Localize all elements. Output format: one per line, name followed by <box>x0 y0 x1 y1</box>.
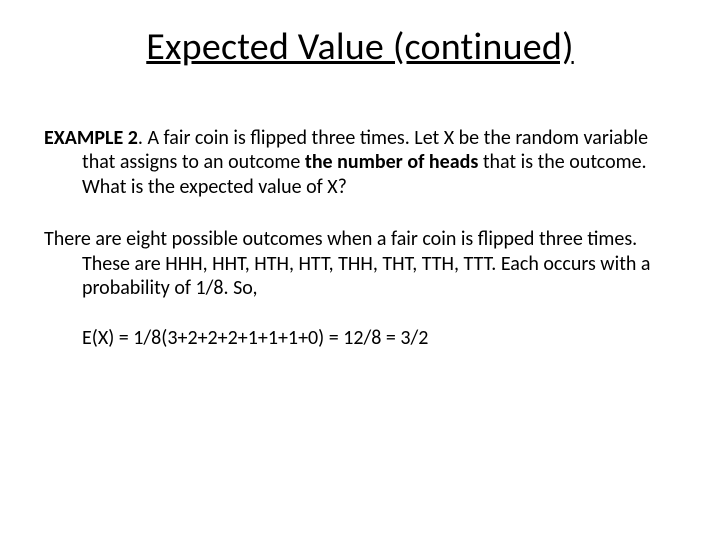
example-paragraph: EXAMPLE 2. A fair coin is flipped three … <box>44 126 676 199</box>
example-label: EXAMPLE 2 <box>44 126 138 150</box>
slide-title: Expected Value (continued) <box>44 24 676 70</box>
explanation-paragraph: There are eight possible outcomes when a… <box>44 227 676 300</box>
formula-line: E(X) = 1/8(3+2+2+2+1+1+1+0) = 12/8 = 3/2 <box>44 326 676 350</box>
example-bold-phrase: the number of heads <box>305 150 478 174</box>
slide: Expected Value (continued) EXAMPLE 2. A … <box>0 0 720 540</box>
